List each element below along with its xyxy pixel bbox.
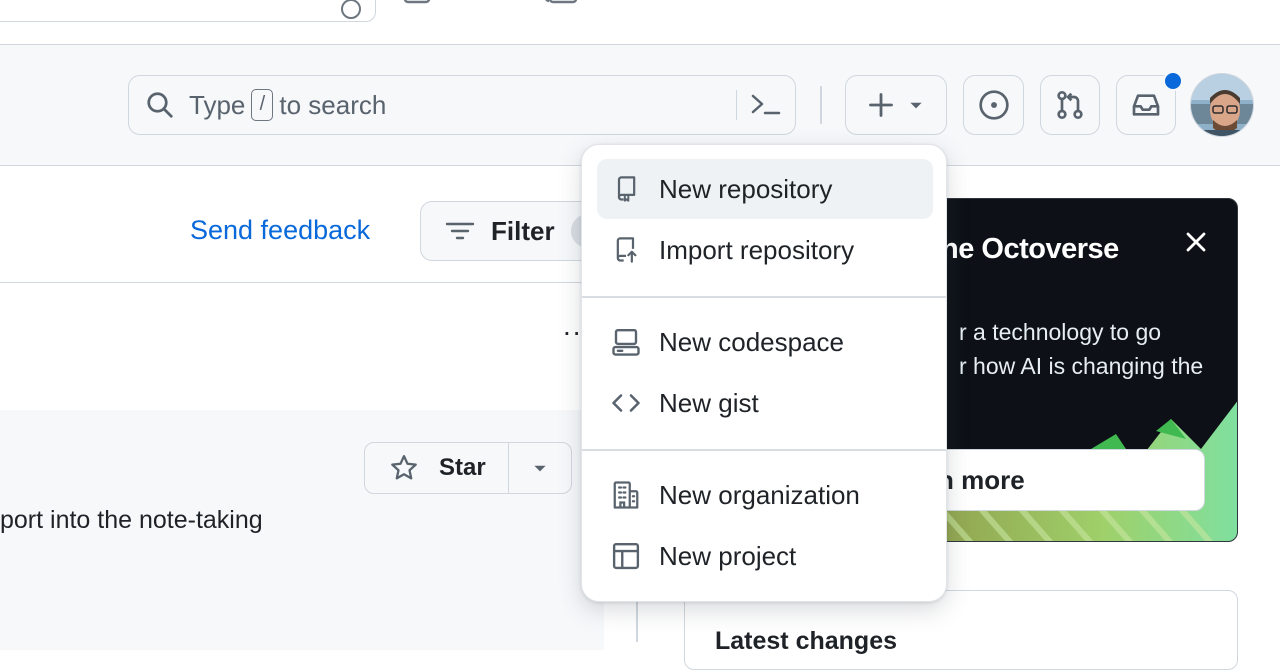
code-icon bbox=[611, 388, 641, 418]
menu-item-new-gist[interactable]: New gist bbox=[597, 373, 933, 433]
menu-item-label: New organization bbox=[659, 479, 860, 510]
avatar[interactable] bbox=[1190, 73, 1254, 137]
search-icon bbox=[147, 92, 173, 118]
latest-changes-card: Latest changes bbox=[684, 590, 1238, 670]
search-suffix: to search bbox=[279, 89, 387, 120]
search-divider bbox=[736, 90, 737, 120]
new-tab-icon[interactable] bbox=[476, 0, 500, 10]
star-list-dropdown[interactable] bbox=[509, 459, 571, 477]
share-icon[interactable] bbox=[402, 0, 432, 12]
octoverse-promo-card: he Octoverse r a technology to go r how … bbox=[900, 198, 1238, 542]
filter-icon bbox=[445, 222, 475, 240]
search-shortcut-key: / bbox=[251, 89, 274, 121]
section-divider bbox=[0, 282, 640, 283]
menu-item-label: Import repository bbox=[659, 234, 855, 265]
menu-divider bbox=[582, 296, 946, 298]
menu-item-label: New gist bbox=[659, 387, 759, 418]
repo-push-icon bbox=[611, 235, 641, 265]
notification-indicator bbox=[1163, 71, 1183, 91]
menu-item-new-codespace[interactable]: New codespace bbox=[597, 312, 933, 372]
chevron-down-icon bbox=[910, 102, 922, 109]
table-icon bbox=[611, 541, 641, 571]
column-divider bbox=[636, 600, 638, 642]
menu-divider bbox=[582, 449, 946, 451]
search-prefix: Type bbox=[189, 89, 246, 120]
close-icon[interactable] bbox=[1185, 227, 1207, 261]
pull-requests-button[interactable] bbox=[1040, 75, 1100, 135]
promo-text-line-1: r a technology to go bbox=[959, 319, 1162, 345]
filter-label: Filter bbox=[491, 215, 555, 246]
header-divider bbox=[820, 86, 822, 124]
issues-button[interactable] bbox=[963, 75, 1024, 135]
create-new-button[interactable] bbox=[845, 75, 947, 135]
organization-icon bbox=[611, 480, 641, 510]
menu-item-new-repository[interactable]: New repository bbox=[597, 159, 933, 219]
star-button-group: Star bbox=[364, 442, 572, 494]
promo-title: he Octoverse bbox=[941, 233, 1119, 265]
reload-icon[interactable] bbox=[339, 0, 363, 21]
codespaces-icon bbox=[611, 327, 641, 357]
address-bar[interactable] bbox=[0, 0, 376, 22]
tabs-overview-icon[interactable] bbox=[542, 0, 582, 12]
menu-item-label: New project bbox=[659, 540, 797, 571]
command-palette-icon[interactable] bbox=[750, 90, 782, 120]
user-avatar-image bbox=[1191, 74, 1253, 136]
search-placeholder: Type / to search bbox=[189, 89, 386, 121]
issue-opened-icon bbox=[978, 90, 1009, 120]
menu-item-label: New repository bbox=[659, 173, 833, 204]
plus-icon bbox=[869, 93, 893, 117]
star-icon bbox=[391, 455, 417, 480]
star-button[interactable]: Star bbox=[365, 443, 509, 493]
inbox-icon bbox=[1132, 94, 1160, 116]
menu-item-label: New codespace bbox=[659, 326, 844, 357]
promo-text-line-2: r how AI is changing the bbox=[959, 353, 1204, 379]
menu-item-new-project[interactable]: New project bbox=[597, 526, 933, 586]
learn-more-label: n more bbox=[938, 464, 1025, 495]
menu-item-import-repository[interactable]: Import repository bbox=[597, 220, 933, 280]
search-input[interactable]: Type / to search bbox=[128, 75, 796, 135]
create-new-menu: New repository Import repository New cod… bbox=[581, 144, 947, 602]
repo-icon bbox=[611, 174, 641, 204]
star-label: Star bbox=[439, 454, 486, 481]
send-feedback-link[interactable]: Send feedback bbox=[190, 215, 370, 246]
git-pull-request-icon bbox=[1057, 91, 1083, 119]
triangle-down-icon bbox=[534, 465, 546, 472]
menu-item-new-organization[interactable]: New organization bbox=[597, 465, 933, 525]
repo-description: port into the note-taking bbox=[0, 506, 263, 534]
